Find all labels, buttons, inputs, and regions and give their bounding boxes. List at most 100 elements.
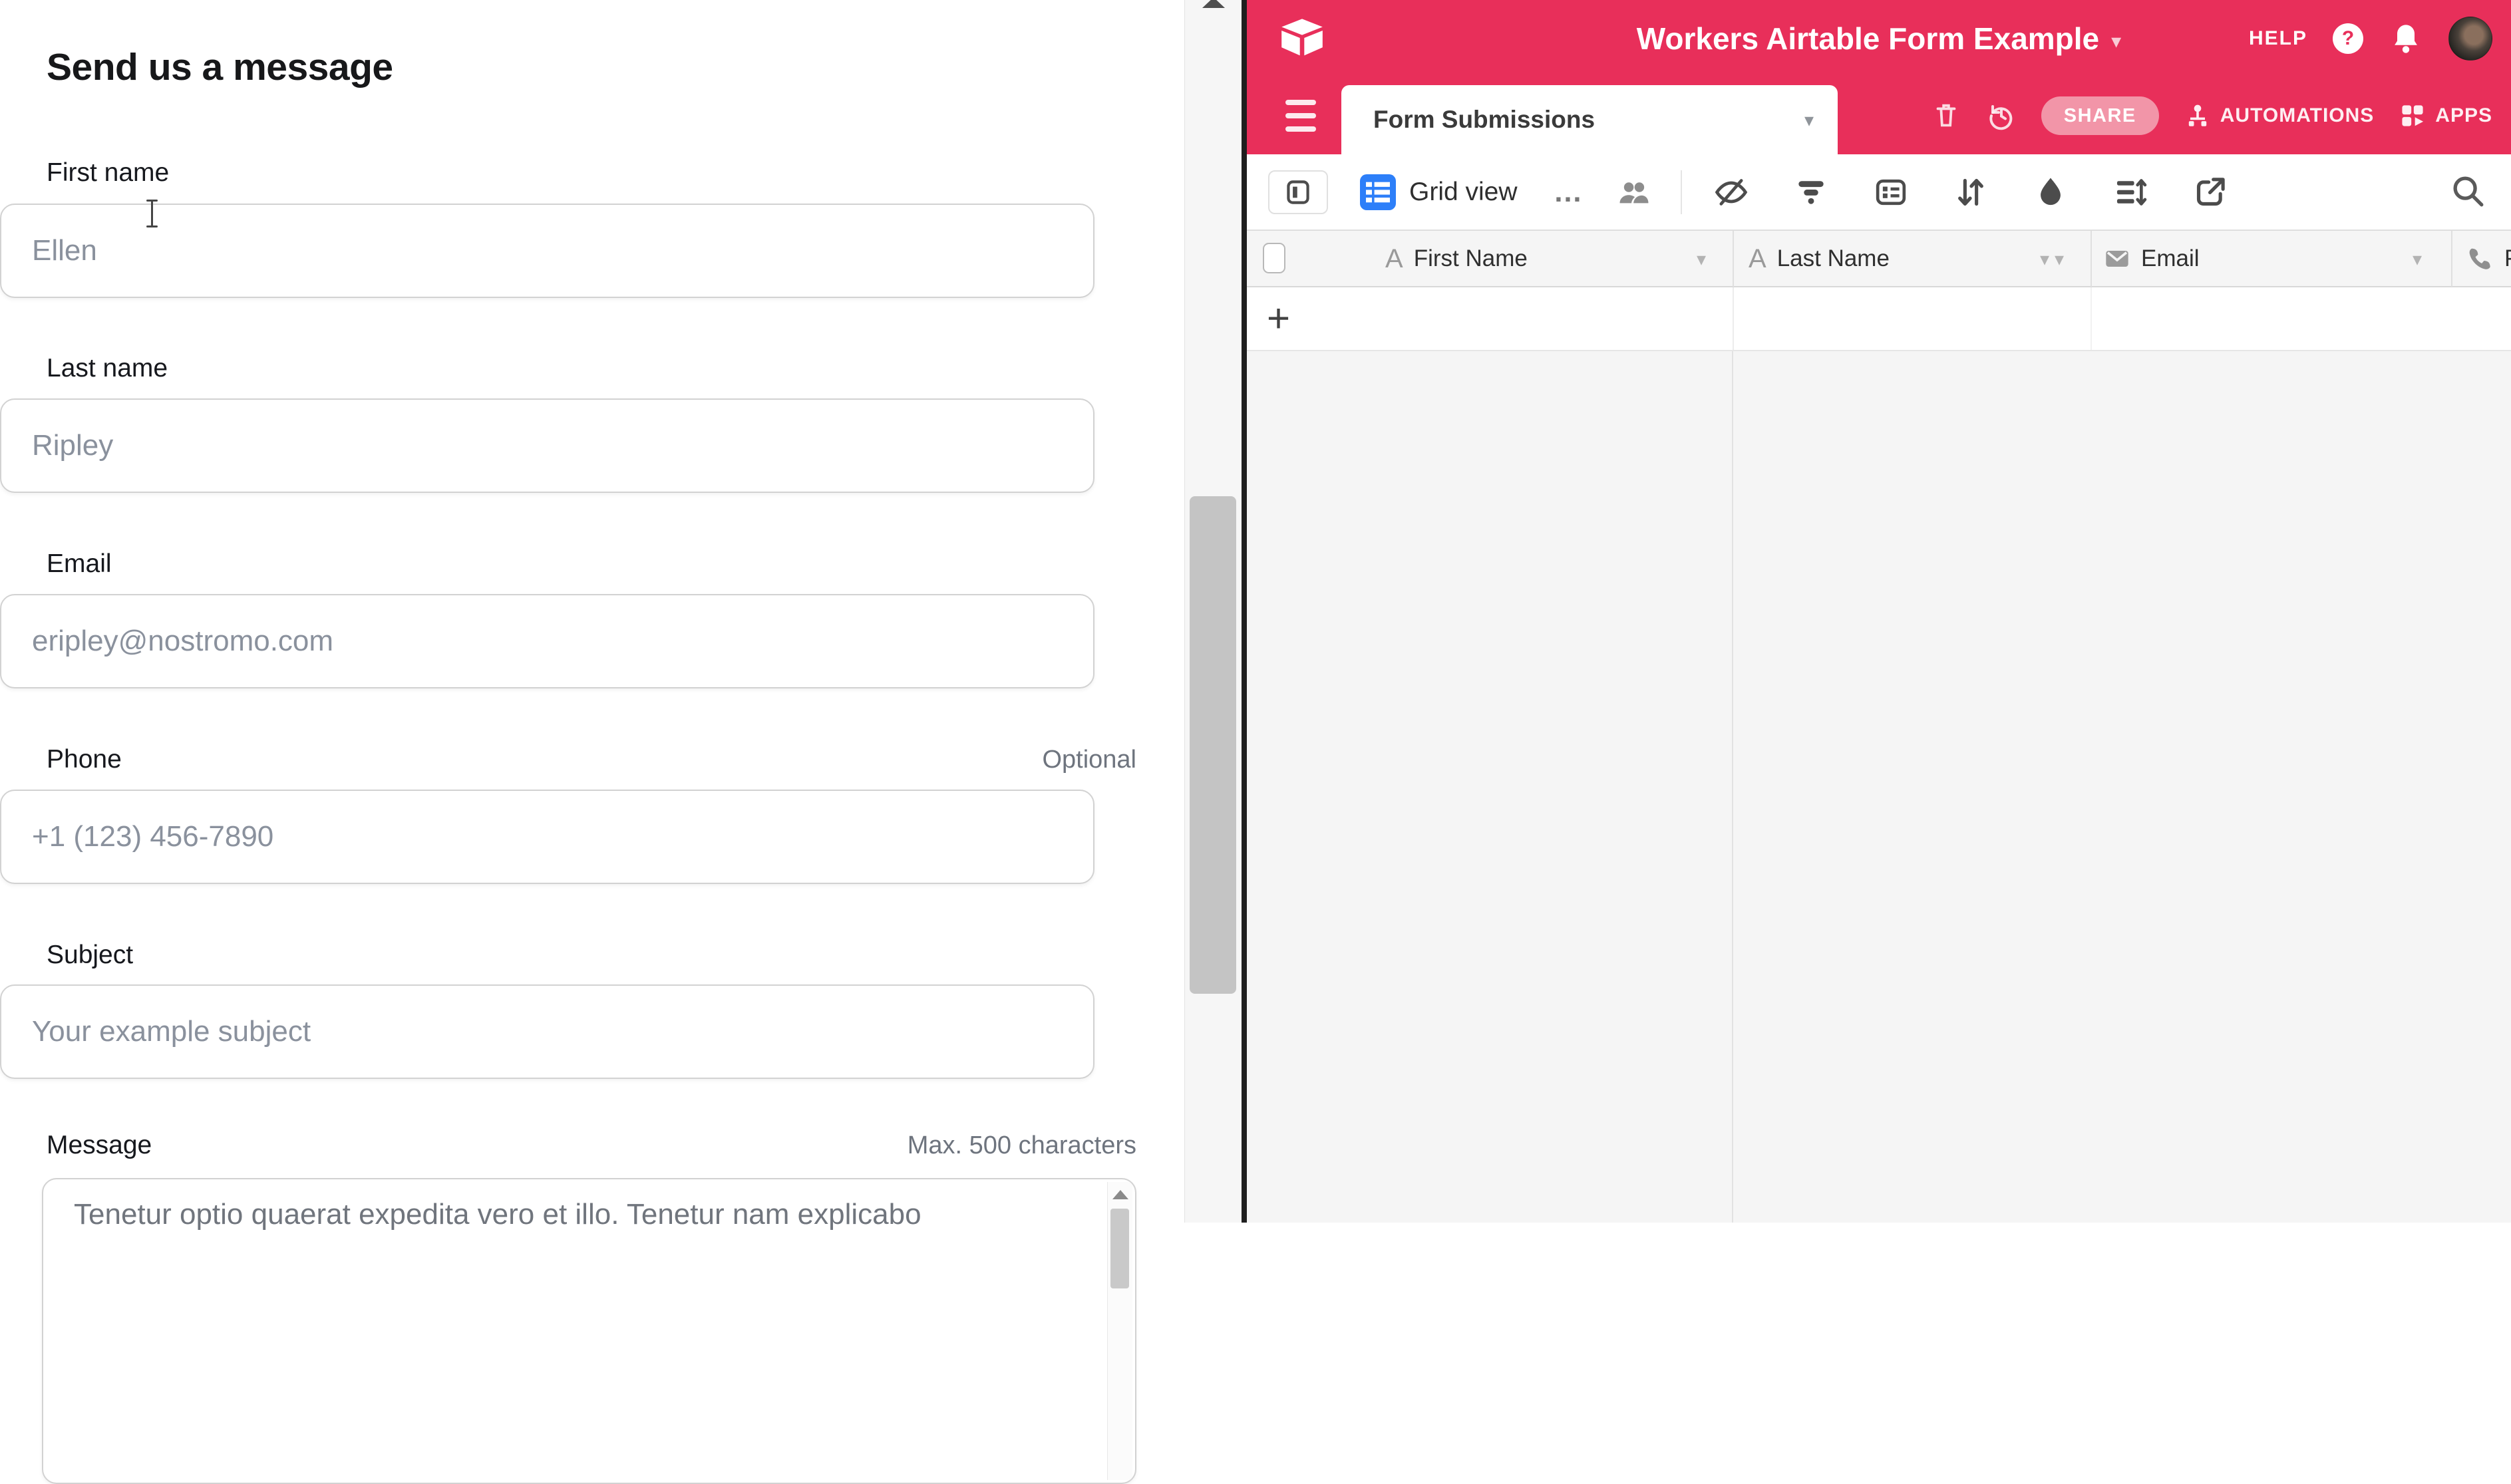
email-field-icon [2104, 245, 2130, 272]
field-phone: Phone Optional [42, 745, 1136, 774]
apps-label: APPS [2435, 104, 2492, 127]
airtable-topbar: Workers Airtable Form Example ▾ HELP ? [1247, 0, 2511, 77]
select-all-checkbox[interactable] [1263, 243, 1285, 273]
base-title-dropdown[interactable]: Workers Airtable Form Example ▾ [1637, 0, 2121, 77]
phone-optional-hint: Optional [1042, 746, 1136, 774]
search-icon[interactable] [2448, 172, 2487, 210]
row-height-icon[interactable] [2112, 174, 2149, 211]
user-avatar[interactable] [2448, 17, 2492, 61]
menu-hamburger-icon[interactable] [1285, 100, 1316, 132]
message-maxchars-hint: Max. 500 characters [908, 1131, 1136, 1160]
color-icon[interactable] [2032, 174, 2069, 211]
frozen-column-divider [1732, 351, 1733, 1223]
field-message: Message Max. 500 characters [42, 1131, 1136, 1160]
message-text: Tenetur optio quaerat expedita vero et i… [74, 1198, 921, 1231]
phone-input[interactable] [0, 790, 1094, 884]
message-textarea[interactable]: Tenetur optio quaerat expedita vero et i… [42, 1178, 1136, 1484]
share-button[interactable]: SHARE [2041, 96, 2159, 135]
form-title: Send us a message [47, 45, 393, 89]
first-name-label: First name [47, 158, 169, 188]
scroll-up-arrow-icon[interactable] [1112, 1190, 1128, 1199]
column-name: Last Name [1777, 245, 1890, 272]
column-header-email[interactable]: Email [2104, 231, 2200, 287]
field-first-name: First name [42, 158, 1136, 188]
window-divider [1242, 0, 1247, 1223]
view-overflow-button[interactable]: … [1554, 176, 1585, 209]
column-name: Phone [2504, 245, 2511, 272]
apps-button[interactable]: APPS [2398, 101, 2492, 130]
table-tab-label: Form Submissions [1373, 106, 1595, 134]
grid-view-icon [1360, 174, 1396, 210]
notifications-bell-icon[interactable] [2389, 21, 2423, 56]
column-menu-caret-icon[interactable]: ▾ [1697, 231, 1706, 287]
apps-icon [2398, 101, 2427, 130]
page-scrollbar-thumb[interactable] [1190, 496, 1236, 994]
page-scrollbar[interactable] [1184, 0, 1242, 1223]
text-field-icon: A [1749, 244, 1766, 274]
first-name-input[interactable] [0, 204, 1094, 298]
field-last-name: Last name [42, 354, 1136, 383]
phone-label: Phone [47, 745, 122, 774]
message-scrollbar[interactable] [1107, 1182, 1132, 1480]
column-divider [2091, 287, 2092, 350]
email-input[interactable] [0, 594, 1094, 688]
collaborators-icon[interactable] [1615, 174, 1653, 211]
view-name: Grid view [1409, 178, 1518, 207]
field-email: Email [42, 549, 1136, 579]
column-menu-caret-icon[interactable]: ▾ [2055, 231, 2064, 287]
phone-field-icon [2466, 245, 2494, 273]
view-sidebar-toggle-button[interactable] [1268, 170, 1328, 214]
filter-icon[interactable] [1792, 174, 1830, 211]
view-switcher[interactable]: Grid view [1360, 174, 1518, 210]
text-cursor [145, 200, 158, 227]
share-view-icon[interactable] [2192, 174, 2229, 211]
airtable-logo-icon[interactable] [1280, 17, 1324, 59]
sort-icon[interactable] [1952, 174, 1989, 211]
automations-button[interactable]: AUTOMATIONS [2183, 101, 2375, 130]
last-name-input[interactable] [0, 398, 1094, 493]
message-scrollbar-thumb[interactable] [1110, 1209, 1129, 1288]
trash-icon[interactable] [1931, 100, 1961, 131]
screen: Send us a message First name Last name E… [0, 0, 2511, 1223]
automations-label: AUTOMATIONS [2220, 104, 2375, 127]
column-header-first-name[interactable]: A First Name [1385, 231, 1528, 287]
chevron-down-icon: ▾ [1804, 109, 1814, 131]
view-toolbar: Grid view … [1247, 154, 2511, 230]
airtable-window: Workers Airtable Form Example ▾ HELP ? F… [1247, 0, 2511, 1223]
toolbar-divider [1681, 170, 1682, 214]
column-divider [1733, 231, 1734, 287]
chevron-down-icon: ▾ [2111, 25, 2121, 53]
column-name: Email [2141, 245, 2200, 272]
grid-body [1247, 351, 2511, 1223]
hide-fields-icon[interactable] [1713, 174, 1750, 211]
add-row-plus-icon[interactable]: + [1267, 295, 1290, 341]
automations-icon [2183, 101, 2212, 130]
history-icon[interactable] [1985, 100, 2017, 132]
column-divider [2091, 231, 2092, 287]
text-field-icon: A [1385, 244, 1403, 274]
share-label: SHARE [2064, 105, 2136, 127]
column-divider [2451, 231, 2452, 287]
base-title: Workers Airtable Form Example [1637, 21, 2099, 57]
message-label: Message [47, 1131, 152, 1160]
tab-form-submissions[interactable]: Form Submissions ▾ [1341, 85, 1838, 154]
column-header-phone[interactable]: Phone [2466, 231, 2511, 287]
subject-label: Subject [47, 941, 133, 970]
group-icon[interactable] [1872, 174, 1910, 211]
column-menu-caret-icon[interactable]: ▾ [2040, 231, 2049, 287]
scrollbar-up-arrow-icon[interactable] [1202, 0, 1225, 8]
column-divider [1733, 287, 1734, 350]
contact-form-pane: Send us a message First name Last name E… [0, 0, 1184, 1223]
grid-header-row: A First Name ▾ A Last Name ▾ ▾ Email ▾ [1247, 230, 2511, 287]
add-row[interactable]: + [1247, 287, 2511, 351]
subject-input[interactable] [0, 984, 1094, 1079]
airtable-table-bar: Form Submissions ▾ SHARE [1247, 77, 2511, 154]
column-menu-caret-icon[interactable]: ▾ [2413, 231, 2422, 287]
email-label: Email [47, 549, 112, 579]
last-name-label: Last name [47, 354, 168, 383]
help-question-icon[interactable]: ? [2333, 23, 2363, 54]
column-name: First Name [1414, 245, 1528, 272]
help-button[interactable]: HELP [2249, 27, 2307, 50]
column-header-last-name[interactable]: A Last Name [1749, 231, 1890, 287]
field-subject: Subject [42, 941, 1136, 970]
